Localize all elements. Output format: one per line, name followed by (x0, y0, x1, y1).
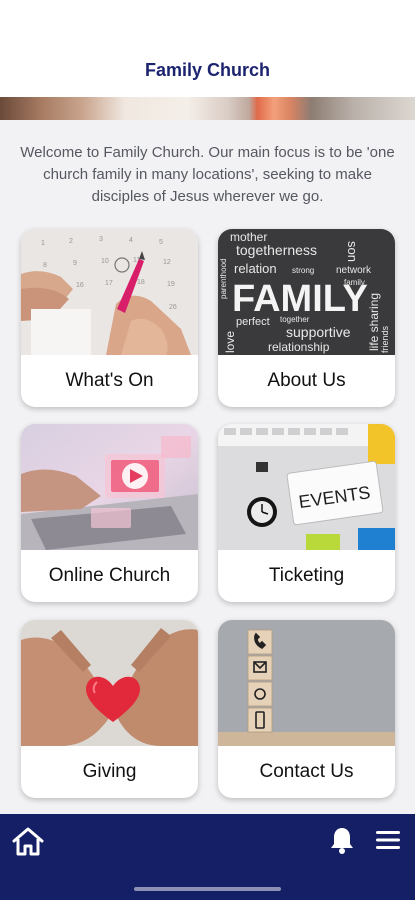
svg-text:together: together (280, 315, 310, 324)
app-header: Family Church (0, 0, 415, 97)
calendar-photo: 12345 89101112 16171819 2625 (21, 229, 198, 355)
svg-text:4: 4 (129, 237, 133, 244)
svg-text:16: 16 (76, 282, 84, 289)
ticketing-label: Ticketing (268, 565, 345, 586)
menu-icon[interactable] (376, 830, 400, 850)
giving-label: Giving (82, 761, 137, 782)
svg-text:togetherness: togetherness (236, 242, 317, 258)
svg-text:17: 17 (105, 280, 113, 287)
svg-text:relationship: relationship (268, 340, 330, 354)
events-notepad-photo: EVENTS (218, 424, 395, 550)
svg-text:friends: friends (380, 325, 390, 353)
page-title: Family Church (144, 60, 271, 80)
svg-text:5: 5 (159, 239, 163, 246)
header-banner-image (0, 97, 415, 120)
svg-text:26: 26 (169, 304, 177, 311)
svg-text:18: 18 (137, 279, 145, 286)
svg-text:relation: relation (234, 261, 277, 276)
contact-us-card[interactable]: Contact Us (218, 620, 395, 798)
svg-text:3: 3 (99, 236, 103, 243)
svg-text:perfect: perfect (236, 316, 270, 328)
svg-text:10: 10 (101, 258, 109, 265)
whats-on-label: What's On (65, 370, 154, 391)
whats-on-card[interactable]: 12345 89101112 16171819 2625 What's On (21, 229, 198, 407)
svg-text:1: 1 (41, 240, 45, 247)
home-icon[interactable] (12, 826, 44, 856)
svg-text:supportive: supportive (286, 324, 351, 340)
online-church-label: Online Church (48, 565, 171, 586)
contact-us-label: Contact Us (259, 761, 354, 782)
svg-text:12: 12 (163, 259, 171, 266)
bell-icon[interactable] (330, 826, 354, 854)
svg-text:life sharing: life sharing (367, 293, 381, 351)
laptop-video-photo (21, 424, 198, 550)
svg-text:strong: strong (292, 266, 314, 275)
welcome-text: Welcome to Family Church. Our main focus… (20, 144, 395, 205)
giving-card[interactable]: Giving (21, 620, 198, 798)
about-us-card[interactable]: mother togetherness relation FAMILY perf… (218, 229, 395, 407)
svg-text:family: family (344, 278, 365, 287)
ticketing-card[interactable]: EVENTS Ticketing (218, 424, 395, 602)
svg-text:2: 2 (69, 238, 73, 245)
contact-blocks-photo (218, 620, 395, 746)
online-church-card[interactable]: Online Church (21, 424, 198, 602)
home-indicator[interactable] (134, 887, 281, 891)
svg-text:parenthood: parenthood (219, 259, 228, 299)
svg-text:8: 8 (43, 262, 47, 269)
family-word-cloud-photo: mother togetherness relation FAMILY perf… (218, 229, 395, 355)
svg-text:son: son (345, 241, 360, 262)
svg-text:9: 9 (73, 260, 77, 267)
svg-text:love: love (223, 331, 237, 353)
about-us-label: About Us (267, 370, 346, 391)
svg-text:19: 19 (167, 281, 175, 288)
hands-heart-photo (21, 620, 198, 746)
svg-text:network: network (336, 265, 372, 276)
